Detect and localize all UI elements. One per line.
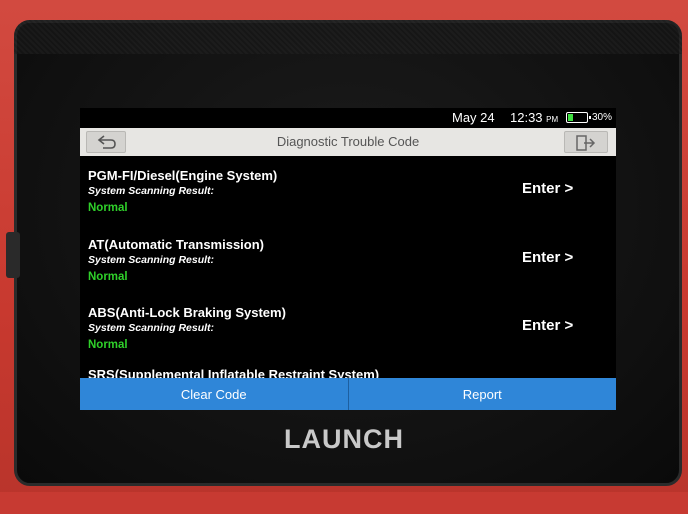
status-ampm: PM: [546, 115, 559, 124]
result-label: System Scanning Result:: [88, 185, 215, 197]
result-status: Normal: [88, 202, 128, 214]
status-time-value: 12:33: [510, 110, 543, 125]
clear-code-button[interactable]: Clear Code: [80, 378, 348, 410]
exit-icon: [576, 135, 596, 151]
exit-button[interactable]: [564, 131, 608, 153]
bottom-action-bar: Clear Code Report: [80, 378, 616, 410]
status-date: May 24: [452, 110, 495, 125]
system-name: ABS(Anti-Lock Braking System): [88, 305, 286, 320]
enter-button[interactable]: Enter >: [522, 249, 573, 266]
enter-button[interactable]: Enter >: [522, 317, 573, 334]
system-name: AT(Automatic Transmission): [88, 237, 265, 252]
status-bar: May 24 12:33 PM 30%: [80, 108, 616, 128]
result-status: Normal: [88, 339, 128, 351]
result-label: System Scanning Result:: [88, 322, 215, 334]
status-time: 12:33 PM: [510, 110, 558, 125]
battery-percent: 30%: [592, 112, 613, 123]
page-title: Diagnostic Trouble Code: [276, 134, 420, 149]
list-item[interactable]: ABS(Anti-Lock Braking System) System Sca…: [80, 293, 616, 361]
title-bar: Diagnostic Trouble Code: [80, 128, 616, 156]
system-name: PGM-FI/Diesel(Engine System): [88, 168, 278, 183]
result-label: System Scanning Result:: [88, 254, 215, 266]
brand-logo: LAUNCH: [284, 424, 404, 454]
bezel-texture: [14, 20, 682, 54]
battery-icon: [566, 112, 591, 123]
result-status: Normal: [88, 271, 128, 283]
enter-button[interactable]: Enter >: [522, 180, 573, 197]
side-clip: [6, 232, 20, 278]
device-screen: May 24 12:33 PM 30% Diagnostic Trouble C…: [80, 108, 616, 410]
list-item[interactable]: PGM-FI/Diesel(Engine System) System Scan…: [80, 156, 616, 224]
battery-fill: [568, 114, 574, 121]
report-button[interactable]: Report: [349, 378, 617, 410]
list-item[interactable]: AT(Automatic Transmission) System Scanni…: [80, 225, 616, 293]
